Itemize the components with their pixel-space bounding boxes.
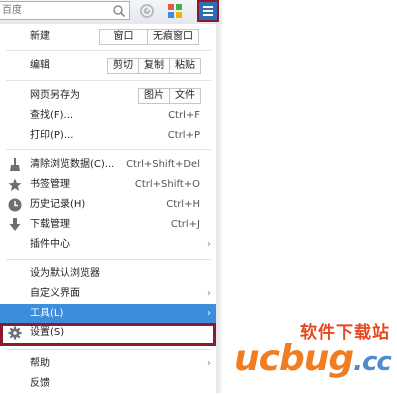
menu-item-find[interactable]: 查找(F)... Ctrl+F	[0, 106, 216, 126]
shortcut-print: Ctrl+P	[167, 130, 200, 141]
menu-item-clear-data[interactable]: 清除浏览数据(C)... Ctrl+Shift+Del	[0, 155, 216, 175]
clock-icon	[8, 198, 22, 212]
menu-row-edit: 编辑 剪切 复制 粘贴	[0, 56, 216, 76]
menu-separator	[6, 80, 211, 81]
main-menu-button[interactable]	[197, 0, 219, 22]
menu-label-find: 查找(F)...	[30, 110, 74, 121]
menu-item-downloads[interactable]: 下载管理 Ctrl+J	[0, 215, 216, 235]
paste-button[interactable]: 粘贴	[169, 59, 200, 73]
shortcut-clear-data: Ctrl+Shift+Del	[126, 159, 200, 170]
menu-item-history[interactable]: 历史记录(H) Ctrl+H	[0, 195, 216, 215]
shortcut-find: Ctrl+F	[168, 110, 200, 121]
menu-label-set-default: 设为默认浏览器	[30, 268, 100, 279]
menu-label-print: 打印(P)...	[30, 130, 74, 141]
chevron-right-icon: ›	[207, 288, 211, 299]
new-incognito-window-button[interactable]: 无痕窗口	[147, 30, 198, 44]
search-icon[interactable]	[112, 4, 126, 18]
menu-row-new: 新建 窗口 无痕窗口	[0, 27, 216, 47]
watermark-tld: .cc	[353, 347, 392, 377]
menu-label-settings: 设置(S)	[30, 327, 65, 338]
menu-label-tools: 工具(L)	[30, 308, 64, 319]
save-as-file-button[interactable]: 文件	[169, 89, 200, 103]
menu-separator	[6, 149, 211, 150]
menu-shadow	[216, 24, 222, 393]
speed-dial-icon[interactable]	[139, 3, 155, 19]
main-menu-panel: 新建 窗口 无痕窗口 编辑 剪切 复制 粘贴 网页另存为 图片 文件 查找(F)…	[0, 24, 217, 393]
download-arrow-icon	[9, 218, 21, 231]
new-window-button[interactable]: 窗口	[100, 30, 147, 44]
menu-label-save-page: 网页另存为	[30, 90, 80, 101]
watermark-logo: ucbug.cc	[234, 338, 392, 379]
menu-item-help[interactable]: 帮助 ›	[0, 354, 216, 374]
menu-label-new: 新建	[30, 31, 50, 42]
search-box[interactable]	[0, 1, 130, 20]
menu-label-feedback: 反馈	[30, 378, 50, 389]
menu-item-feedback[interactable]: 反馈	[0, 374, 216, 394]
menu-item-set-default[interactable]: 设为默认浏览器	[0, 264, 216, 284]
shortcut-history: Ctrl+H	[166, 199, 200, 210]
menu-item-bookmarks[interactable]: 书签管理 Ctrl+Shift+O	[0, 175, 216, 195]
edit-button-group: 剪切 复制 粘贴	[107, 58, 201, 74]
menu-item-tools[interactable]: 工具(L) ›	[0, 304, 216, 324]
menu-label-downloads: 下载管理	[30, 219, 70, 230]
copy-button[interactable]: 复制	[138, 59, 169, 73]
menu-separator	[6, 50, 211, 51]
menu-item-plugins[interactable]: 插件中心 ›	[0, 235, 216, 255]
save-as-image-button[interactable]: 图片	[139, 89, 169, 103]
chevron-right-icon: ›	[207, 308, 211, 319]
broom-icon	[10, 158, 20, 171]
menu-separator	[6, 349, 211, 350]
shortcut-downloads: Ctrl+J	[170, 219, 200, 230]
browser-toolbar	[0, 0, 222, 25]
menu-label-plugins: 插件中心	[30, 239, 70, 250]
new-button-group: 窗口 无痕窗口	[99, 29, 199, 45]
watermark-brand: ucbug	[234, 338, 354, 379]
menu-separator	[6, 259, 211, 260]
menu-item-settings[interactable]: 设置(S)	[0, 323, 216, 346]
search-input[interactable]	[0, 2, 110, 19]
gear-icon	[8, 326, 22, 340]
menu-label-customize: 自定义界面	[30, 288, 80, 299]
menu-label-bookmarks: 书签管理	[30, 179, 70, 190]
menu-row-save-page: 网页另存为 图片 文件	[0, 86, 216, 106]
menu-item-print[interactable]: 打印(P)... Ctrl+P	[0, 126, 216, 146]
menu-label-history: 历史记录(H)	[30, 199, 86, 210]
chevron-right-icon: ›	[207, 358, 211, 369]
cut-button[interactable]: 剪切	[108, 59, 138, 73]
chevron-right-icon: ›	[207, 239, 211, 250]
save-page-button-group: 图片 文件	[138, 88, 201, 104]
menu-label-clear-data: 清除浏览数据(C)...	[30, 159, 115, 170]
menu-label-help: 帮助	[30, 358, 50, 369]
menu-item-customize[interactable]: 自定义界面 ›	[0, 284, 216, 304]
star-icon	[8, 178, 22, 191]
app-center-icon[interactable]	[167, 3, 183, 19]
shortcut-bookmarks: Ctrl+Shift+O	[134, 179, 200, 190]
menu-label-edit: 编辑	[30, 60, 50, 71]
